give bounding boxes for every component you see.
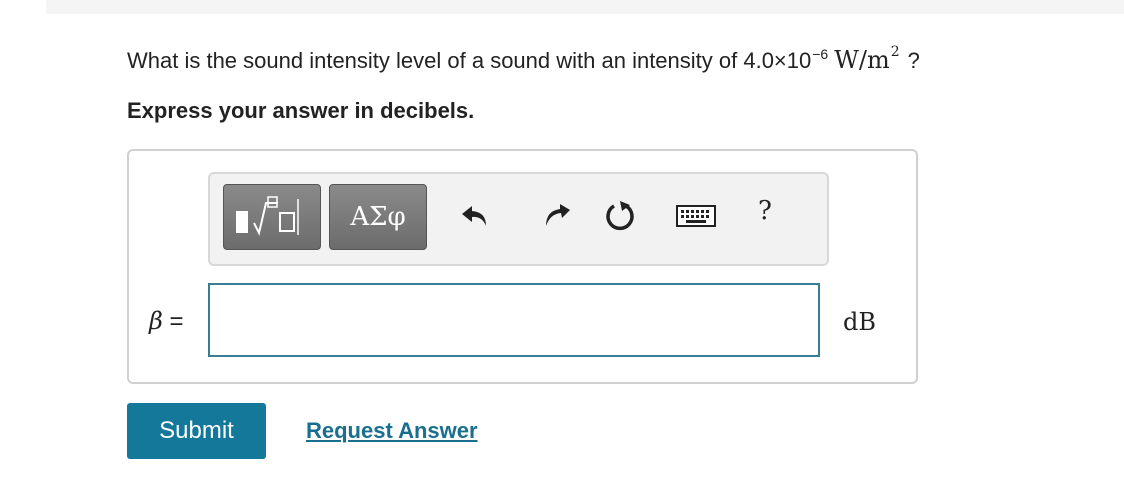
math-toolbar: ΑΣφ ? [208,172,829,266]
greek-symbols-label: ΑΣφ [350,202,406,232]
redo-icon [546,204,570,226]
unit-text: W/m [834,46,890,74]
templates-button[interactable] [223,184,321,250]
unit-exponent: 2 [890,44,900,60]
beta-symbol: β [149,307,163,335]
templates-icon [236,196,299,236]
redo-button[interactable] [538,198,574,234]
answer-input[interactable] [208,283,820,357]
reset-button[interactable] [603,198,639,234]
equals-sign: = [169,308,184,335]
answer-box: ΑΣφ ? β = dB [127,149,918,384]
question-mark: ? [907,48,920,73]
keyboard-icon [676,205,716,227]
answer-variable-label: β = [149,307,184,336]
reset-icon [606,201,634,231]
undo-button[interactable] [458,198,494,234]
submit-button[interactable]: Submit [127,403,266,459]
question-unit: W/m2 [834,44,900,74]
top-strip [46,0,1124,14]
question-text: What is the sound intensity level of a s… [127,44,920,74]
instruction-text: Express your answer in decibels. [127,98,475,123]
keyboard-button[interactable] [676,198,716,234]
request-answer-link[interactable]: Request Answer [306,418,478,444]
question-prefix: What is the sound intensity level of a s… [127,48,812,73]
answer-unit: dB [843,308,876,336]
help-button[interactable]: ? [758,196,772,226]
undo-icon [462,206,486,226]
greek-symbols-button[interactable]: ΑΣφ [329,184,427,250]
question-exponent: −6 [812,46,829,62]
